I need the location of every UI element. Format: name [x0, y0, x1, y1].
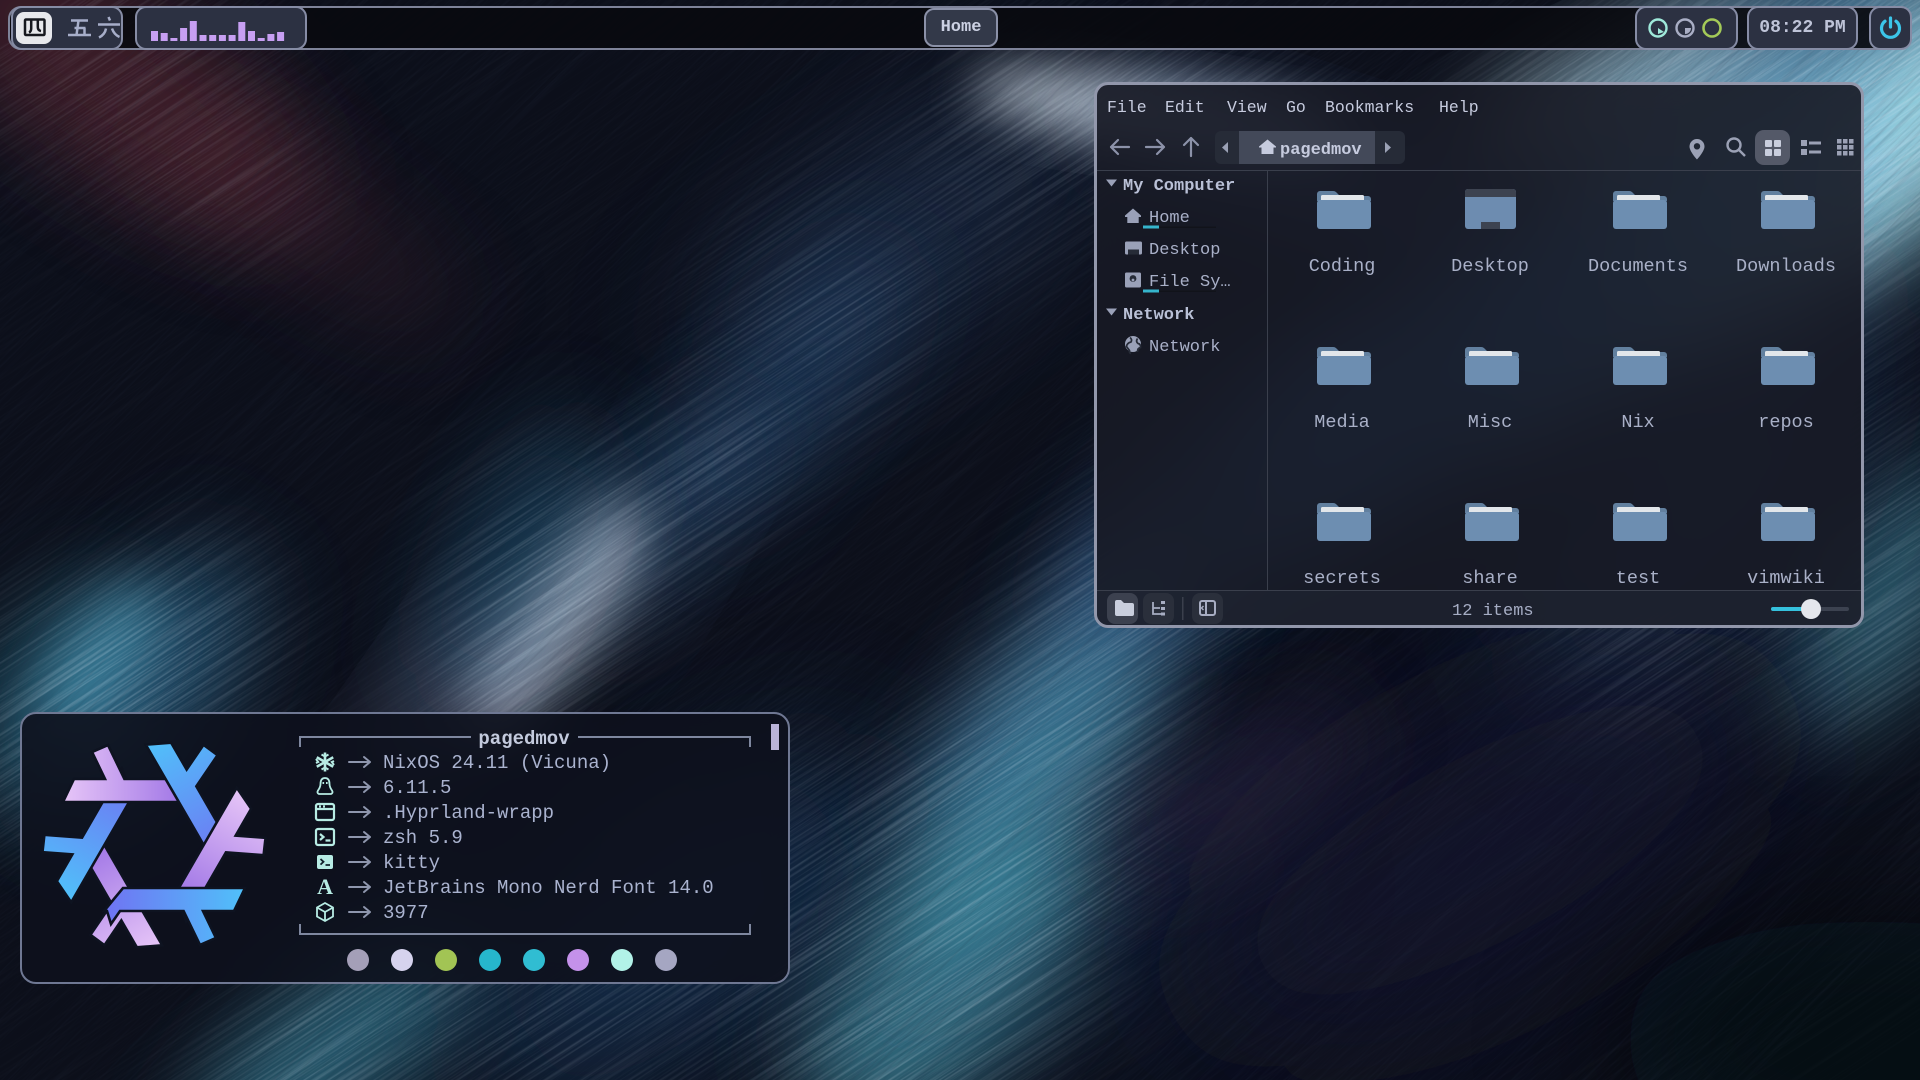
svg-text:.Hyprland-wrapp: .Hyprland-wrapp: [383, 802, 554, 824]
svg-text:Network: Network: [1149, 338, 1220, 357]
svg-text:6.11.5: 6.11.5: [383, 777, 451, 799]
svg-text:12 items: 12 items: [1452, 602, 1534, 621]
svg-text:Desktop: Desktop: [1149, 241, 1220, 260]
svg-text:pagedmov: pagedmov: [478, 728, 570, 750]
svg-text:JetBrains Mono Nerd Font 14.0: JetBrains Mono Nerd Font 14.0: [383, 877, 714, 899]
svg-text:NixOS 24.11 (Vicuna): NixOS 24.11 (Vicuna): [383, 752, 611, 774]
svg-text:zsh 5.9: zsh 5.9: [383, 827, 463, 849]
svg-text:File Sy…: File Sy…: [1149, 273, 1231, 292]
svg-text:A: A: [317, 874, 333, 899]
svg-text:3977: 3977: [383, 902, 429, 924]
svg-text:Network: Network: [1123, 306, 1194, 325]
svg-text:My Computer: My Computer: [1123, 177, 1235, 196]
svg-text:pagedmov: pagedmov: [1280, 141, 1362, 160]
svg-text:kitty: kitty: [383, 852, 440, 874]
svg-text:Home: Home: [1149, 209, 1190, 228]
